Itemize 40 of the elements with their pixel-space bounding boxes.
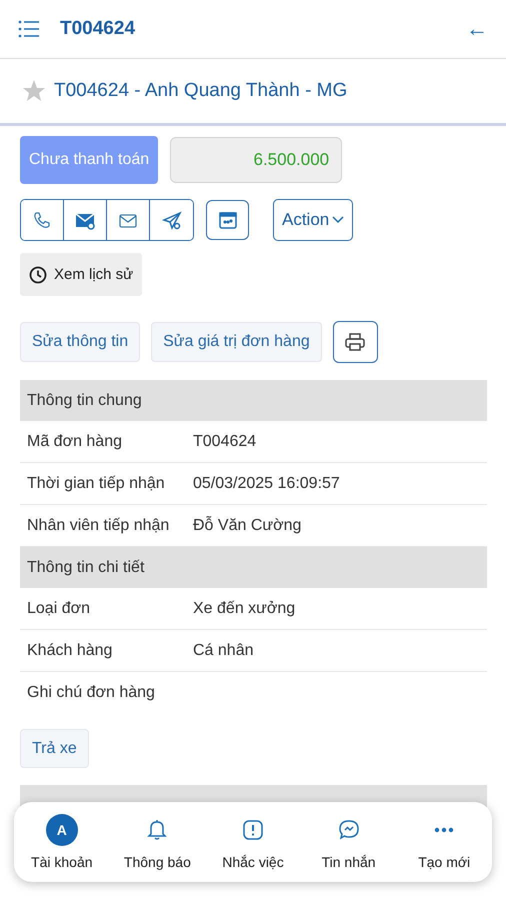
- back-button[interactable]: ←: [466, 16, 488, 42]
- action-button[interactable]: Action: [273, 199, 354, 241]
- page-title: T004624: [60, 18, 136, 40]
- edit-button[interactable]: Sửa giá trị đơn hàng: [151, 322, 322, 362]
- field-label: Ghi chú đơn hàng: [27, 684, 156, 702]
- field-label: Loại đơn: [27, 600, 91, 618]
- send-icon: [160, 210, 182, 230]
- order-title: T004624 - Anh Quang Thành - MG: [54, 80, 348, 102]
- return-car-button[interactable]: Trả xe: [20, 729, 89, 768]
- field-label: Mã đơn hàng: [27, 432, 123, 450]
- edit-button[interactable]: Sửa thông tin: [20, 322, 140, 362]
- section-header: Thông tin chung: [20, 380, 487, 421]
- bell-icon[interactable]: [145, 818, 170, 842]
- chat-icon[interactable]: [336, 818, 361, 842]
- avatar[interactable]: A: [46, 814, 78, 846]
- calendar-button[interactable]: [206, 200, 249, 240]
- phone-button[interactable]: [21, 200, 64, 240]
- field-label: Khách hàng: [27, 642, 114, 660]
- field-label: Thời gian tiếp nhận: [27, 474, 166, 492]
- alert-icon[interactable]: [240, 818, 265, 842]
- field-value: 05/03/2025 16:09:57: [193, 474, 340, 492]
- calendar-icon: [216, 210, 238, 230]
- nav-label[interactable]: Tài khoản: [31, 854, 93, 870]
- print-button[interactable]: [332, 321, 378, 363]
- history-button[interactable]: Xem lịch sử: [20, 253, 142, 296]
- nav-label[interactable]: Tin nhắn: [322, 854, 376, 870]
- field-value: Đỗ Văn Cường: [193, 516, 302, 534]
- nav-label[interactable]: Thông báo: [124, 854, 191, 870]
- field-value: Cá nhân: [193, 642, 254, 660]
- field-value: T004624: [193, 432, 256, 450]
- printer-icon: [344, 332, 366, 352]
- amount-field: 6.500.000: [170, 137, 342, 183]
- nav-label[interactable]: Nhắc việc: [222, 854, 284, 870]
- menu-icon[interactable]: [18, 20, 40, 38]
- chevron-down-icon: [332, 216, 344, 224]
- field-label: Nhân viên tiếp nhận: [27, 516, 170, 534]
- field-value: Xe đến xưởng: [193, 600, 296, 618]
- nav-label[interactable]: Tạo mới: [418, 854, 470, 870]
- clock-icon: [29, 266, 47, 284]
- section-header: Thông tin chi tiết: [20, 547, 487, 588]
